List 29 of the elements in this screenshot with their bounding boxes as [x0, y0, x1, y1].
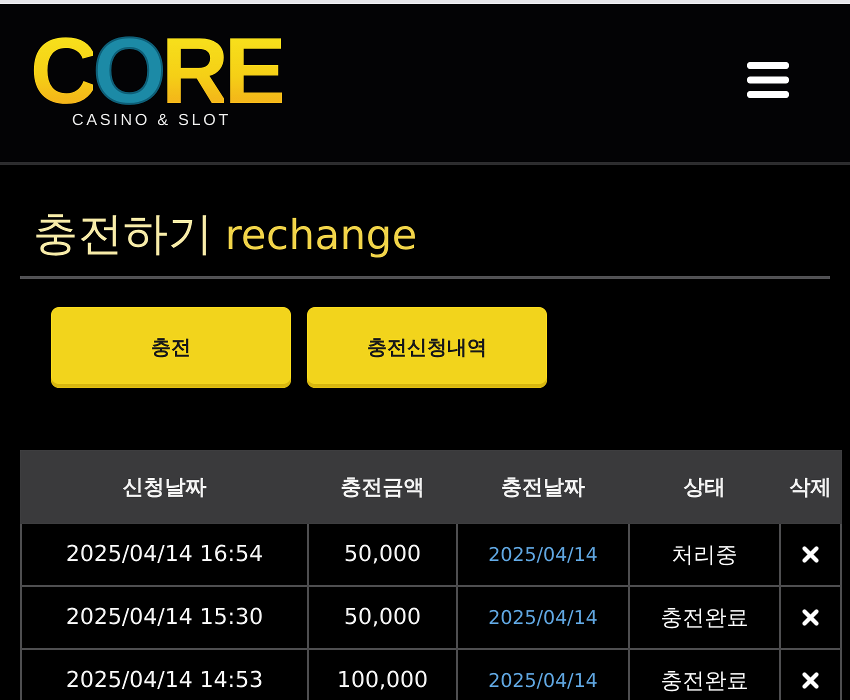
date-cell: 2025/04/14	[457, 523, 629, 586]
column-header: 신청날짜	[21, 451, 308, 523]
table-cell: 2025/04/14 15:30	[21, 586, 308, 649]
column-header: 충전날짜	[457, 451, 629, 523]
x-icon	[802, 609, 819, 626]
page-title: 충전하기	[33, 207, 213, 261]
date-cell: 2025/04/14	[457, 649, 629, 700]
delete-button[interactable]	[802, 672, 819, 690]
table-cell: 처리중	[629, 523, 780, 586]
menu-button[interactable]	[747, 62, 789, 98]
column-header: 충전금액	[308, 451, 457, 523]
table-cell: 충전완료	[629, 586, 780, 649]
x-icon	[802, 672, 819, 690]
delete-button[interactable]	[802, 546, 819, 564]
menu-icon	[747, 62, 789, 98]
table-cell: 50,000	[308, 523, 457, 586]
column-header: 삭제	[780, 451, 841, 523]
table-cell: 50,000	[308, 586, 457, 649]
page-subtitle: rechange	[225, 210, 418, 261]
column-header: 상태	[629, 451, 780, 523]
x-icon	[802, 546, 819, 564]
table-cell: 충전완료	[629, 649, 780, 700]
table-cell: 2025/04/14 16:54	[21, 523, 308, 586]
table-cell: 100,000	[308, 649, 457, 700]
delete-button[interactable]	[802, 609, 819, 626]
recharge-button[interactable]: 충전	[51, 307, 291, 388]
table-cell: 2025/04/14 14:53	[21, 649, 308, 700]
history-button[interactable]: 충전신청내역	[307, 307, 547, 388]
date-cell: 2025/04/14	[457, 586, 629, 649]
